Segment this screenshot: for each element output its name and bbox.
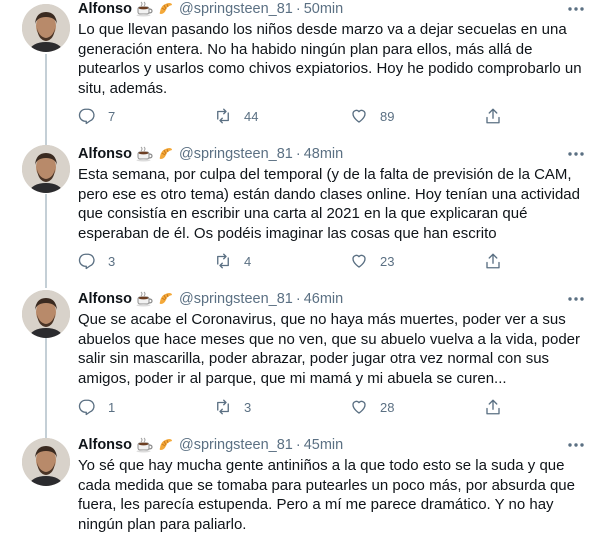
author-handle[interactable]: @springsteen_81: [179, 291, 293, 307]
tweet-header: Alfonso @springsteen_81 · 50min: [78, 0, 343, 19]
tweet[interactable]: Alfonso @springsteen_81 · 50min Lo que l…: [0, 0, 600, 136]
tweet-text: Yo sé que hay mucha gente antiniños a la…: [78, 457, 575, 533]
croissant-icon: [158, 146, 174, 162]
retweet-button[interactable]: 4: [214, 251, 251, 271]
share-icon: [484, 252, 502, 270]
author-handle[interactable]: @springsteen_81: [179, 146, 293, 162]
separator-dot: ·: [295, 291, 301, 307]
retweet-icon: [214, 398, 232, 416]
author-handle[interactable]: @springsteen_81: [179, 437, 293, 453]
more-options-icon[interactable]: [566, 146, 586, 162]
separator-dot: ·: [295, 1, 301, 17]
separator-dot: ·: [295, 146, 301, 162]
reply-count: 3: [108, 253, 116, 269]
timestamp[interactable]: 50min: [304, 1, 344, 17]
coffee-cup-icon: [136, 146, 154, 162]
retweet-icon: [214, 252, 232, 270]
share-icon: [484, 107, 502, 125]
reply-icon: [78, 398, 96, 416]
avatar[interactable]: [22, 438, 70, 486]
timestamp[interactable]: 46min: [304, 291, 344, 307]
tweet-header: Alfonso @springsteen_81 · 45min: [78, 435, 343, 455]
like-button[interactable]: 89: [350, 106, 394, 126]
like-count: 23: [380, 253, 395, 269]
croissant-icon: [158, 291, 174, 307]
avatar[interactable]: [22, 290, 70, 338]
more-options-icon[interactable]: [566, 1, 586, 17]
separator-dot: ·: [295, 437, 301, 453]
avatar[interactable]: [22, 145, 70, 193]
timestamp[interactable]: 45min: [304, 437, 344, 453]
tweet-header: Alfonso @springsteen_81 · 46min: [78, 289, 343, 309]
reply-count: 1: [108, 399, 116, 415]
author-name[interactable]: Alfonso: [78, 1, 132, 17]
avatar[interactable]: [22, 4, 70, 52]
retweet-button[interactable]: 44: [214, 106, 258, 126]
share-button[interactable]: [484, 251, 502, 271]
tweet[interactable]: Alfonso @springsteen_81 · 46min Que se a…: [0, 285, 600, 430]
reply-button[interactable]: 7: [78, 106, 115, 126]
retweet-count: 4: [244, 253, 252, 269]
tweet-actions: 3 4 23: [78, 251, 548, 271]
like-button[interactable]: 28: [350, 397, 394, 417]
like-count: 89: [380, 108, 395, 124]
heart-icon: [350, 107, 368, 125]
coffee-cup-icon: [136, 1, 154, 17]
share-icon: [484, 398, 502, 416]
tweet[interactable]: Alfonso @springsteen_81 · 45min Yo sé qu…: [0, 430, 600, 535]
more-options-icon[interactable]: [566, 437, 586, 453]
tweet-actions: 7 44 89: [78, 106, 548, 126]
reply-count: 7: [108, 108, 116, 124]
heart-icon: [350, 252, 368, 270]
more-options-icon[interactable]: [566, 291, 586, 307]
retweet-count: 3: [244, 399, 252, 415]
tweet-header: Alfonso @springsteen_81 · 48min: [78, 144, 343, 164]
coffee-cup-icon: [136, 291, 154, 307]
coffee-cup-icon: [136, 437, 154, 453]
author-name[interactable]: Alfonso: [78, 146, 132, 162]
retweet-button[interactable]: 3: [214, 397, 251, 417]
tweet-text: Esta semana, por culpa del temporal (y d…: [78, 166, 580, 242]
reply-icon: [78, 252, 96, 270]
retweet-count: 44: [244, 108, 259, 124]
retweet-icon: [214, 107, 232, 125]
reply-button[interactable]: 3: [78, 251, 115, 271]
tweet-text: Lo que llevan pasando los niños desde ma…: [78, 21, 582, 97]
author-name[interactable]: Alfonso: [78, 437, 132, 453]
heart-icon: [350, 398, 368, 416]
reply-button[interactable]: 1: [78, 397, 115, 417]
reply-icon: [78, 107, 96, 125]
croissant-icon: [158, 1, 174, 17]
like-button[interactable]: 23: [350, 251, 394, 271]
croissant-icon: [158, 437, 174, 453]
tweet[interactable]: Alfonso @springsteen_81 · 48min Esta sem…: [0, 137, 600, 285]
author-handle[interactable]: @springsteen_81: [179, 1, 293, 17]
author-name[interactable]: Alfonso: [78, 291, 132, 307]
timestamp[interactable]: 48min: [304, 146, 344, 162]
share-button[interactable]: [484, 397, 502, 417]
tweet-text: Que se acabe el Coronavirus, que no haya…: [78, 311, 581, 387]
tweet-actions: 1 3 28: [78, 397, 548, 417]
like-count: 28: [380, 399, 395, 415]
share-button[interactable]: [484, 106, 502, 126]
